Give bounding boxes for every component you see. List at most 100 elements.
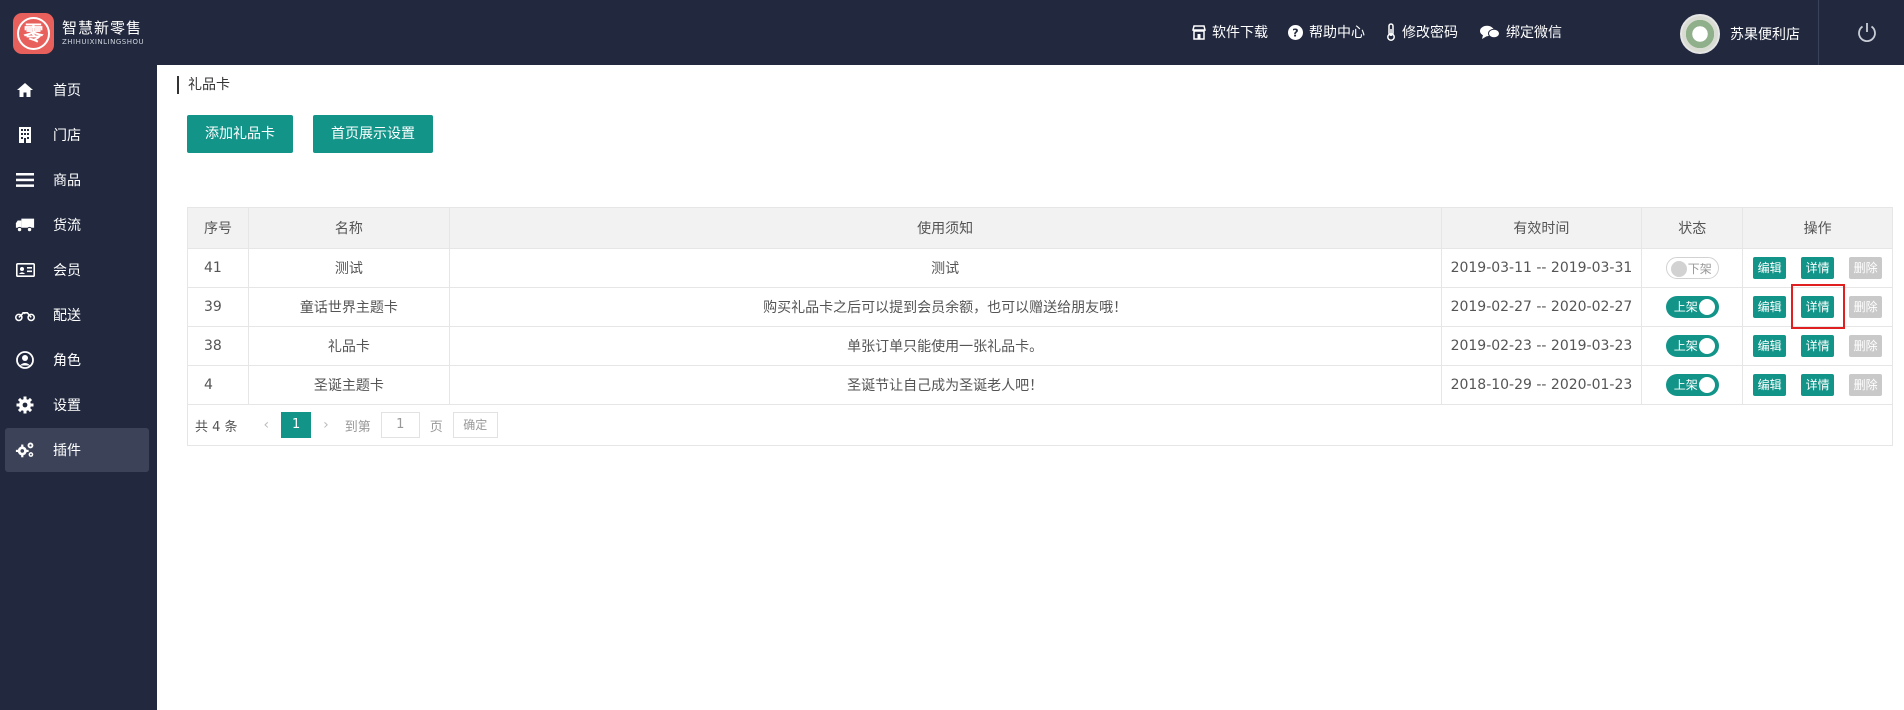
sidebar-item-delivery[interactable]: 配送 [5, 293, 149, 337]
header-name: 名称 [249, 208, 450, 248]
goto-label: 到第 [344, 419, 371, 435]
detail-button[interactable]: 详情 [1801, 257, 1835, 279]
current-page[interactable]: 1 [281, 412, 312, 438]
row-actions: 编辑 详情 删除 [1743, 366, 1892, 404]
download-label: 软件下载 [1212, 25, 1268, 41]
delete-button[interactable]: 删除 [1849, 257, 1883, 279]
sidebar-item-plugins[interactable]: 插件 [5, 428, 149, 472]
id-card-icon [15, 260, 35, 280]
detail-button-highlighted: 详情 [1791, 284, 1846, 329]
row-id: 41 [188, 249, 249, 287]
status-toggle[interactable]: 上架 [1665, 296, 1719, 318]
brand-name: 智慧新零售 [62, 19, 143, 37]
next-page-icon[interactable]: › [323, 417, 329, 433]
help-link[interactable]: ? 帮助中心 [1288, 22, 1365, 42]
edit-button[interactable]: 编辑 [1753, 374, 1787, 396]
row-validity: 2019-03-11 -- 2019-03-31 [1442, 249, 1643, 287]
prev-page-icon[interactable]: ‹ [264, 417, 270, 433]
power-icon [1858, 23, 1876, 43]
sidebar-item-label: 商品 [53, 173, 81, 189]
row-actions: 编辑 详情 删除 [1743, 327, 1892, 365]
change-password-link[interactable]: 修改密码 [1386, 22, 1458, 42]
edit-button[interactable]: 编辑 [1753, 335, 1787, 357]
logout-button[interactable] [1856, 21, 1878, 47]
header-actions: 操作 [1803, 221, 1832, 237]
sidebar-item-label: 配送 [53, 308, 81, 324]
row-name: 圣诞主题卡 [249, 366, 450, 404]
detail-button[interactable]: 详情 [1801, 374, 1835, 396]
row-name: 测试 [249, 249, 450, 287]
sidebar-item-stores[interactable]: 门店 [5, 113, 149, 157]
brand-logo[interactable]: 零 [13, 13, 54, 54]
table-row: 39 童话世界主题卡 购买礼品卡之后可以提到会员余额，也可以赠送给朋友哦！ 20… [188, 284, 1892, 329]
topbar-divider [1818, 0, 1819, 65]
edit-button[interactable]: 编辑 [1753, 296, 1787, 318]
sidebar-item-label: 首页 [53, 83, 81, 99]
header-id: 序号 [188, 208, 249, 248]
header-notes: 使用须知 [450, 208, 1442, 248]
detail-button[interactable]: 详情 [1801, 335, 1835, 357]
row-notes: 圣诞节让自己成为圣诞老人吧！ [450, 366, 1442, 404]
avatar[interactable] [1680, 14, 1720, 54]
sidebar-item-settings[interactable]: 设置 [5, 383, 149, 427]
header-status: 状态 [1642, 208, 1744, 248]
top-bar: 零 智慧新零售 ZHIHUIXINLINGSHOU 软件下载 ? 帮助中心 修改… [0, 0, 1904, 65]
toggle-label: 上架 [1673, 300, 1698, 314]
wechat-label: 绑定微信 [1506, 25, 1562, 41]
row-name: 童话世界主题卡 [249, 288, 450, 326]
page-number-input[interactable]: 1 [380, 412, 420, 438]
add-gift-card-button[interactable]: 添加礼品卡 [187, 115, 293, 153]
toggle-label: 下架 [1687, 262, 1712, 276]
delete-button[interactable]: 删除 [1849, 335, 1883, 357]
list-icon [15, 170, 35, 190]
row-name: 礼品卡 [249, 327, 450, 365]
user-menu[interactable]: 苏果便利店 [1680, 14, 1800, 54]
breadcrumb: 礼品卡 [177, 76, 230, 94]
gears-icon [15, 440, 35, 460]
user-circle-icon [15, 350, 35, 370]
page-unit-label: 页 [429, 419, 443, 435]
sidebar-item-roles[interactable]: 角色 [5, 338, 149, 382]
row-actions: 编辑 详情 删除 [1743, 249, 1892, 287]
sidebar-item-label: 设置 [53, 398, 81, 414]
sidebar: 首页 门店 商品 货流 会员 配送 角色 设置 插件 [0, 65, 157, 710]
row-actions: 编辑 详情 删除 [1743, 284, 1892, 329]
toggle-knob [1670, 261, 1687, 277]
highlight-box [1791, 284, 1846, 329]
row-id: 4 [188, 366, 249, 404]
table-row: 41 测试 测试 2019-03-11 -- 2019-03-31 下架 编辑 … [188, 249, 1892, 288]
goto-confirm-button[interactable]: 确定 [452, 412, 498, 438]
sidebar-item-members[interactable]: 会员 [5, 248, 149, 292]
truck-icon [15, 215, 35, 235]
sidebar-item-logistics[interactable]: 货流 [5, 203, 149, 247]
delete-button[interactable]: 删除 [1849, 296, 1883, 318]
sidebar-item-products[interactable]: 商品 [5, 158, 149, 202]
row-validity: 2018-10-29 -- 2020-01-23 [1442, 366, 1643, 404]
status-toggle[interactable]: 下架 [1665, 257, 1719, 279]
download-link[interactable]: 软件下载 [1192, 22, 1268, 42]
homepage-display-settings-button[interactable]: 首页展示设置 [313, 115, 433, 153]
status-toggle[interactable]: 上架 [1665, 374, 1719, 396]
gift-card-table: 序号 名称 使用须知 有效时间 状态 操作 41 测试 测试 2019-03-1… [187, 207, 1893, 446]
row-id: 39 [188, 288, 249, 326]
row-notes: 测试 [450, 249, 1442, 287]
toggle-knob [1698, 338, 1715, 354]
status-toggle[interactable]: 上架 [1665, 335, 1719, 357]
question-circle-icon: ? [1288, 24, 1303, 40]
password-label: 修改密码 [1402, 25, 1458, 41]
edit-button[interactable]: 编辑 [1753, 257, 1787, 279]
delete-button[interactable]: 删除 [1849, 374, 1883, 396]
toggle-knob [1698, 299, 1715, 315]
row-notes: 购买礼品卡之后可以提到会员余额，也可以赠送给朋友哦！ [450, 288, 1442, 326]
logo-glyph: 零 [23, 21, 44, 45]
svg-text:?: ? [1292, 26, 1298, 39]
sidebar-item-label: 会员 [53, 263, 81, 279]
header-validity: 有效时间 [1442, 208, 1643, 248]
bind-wechat-link[interactable]: 绑定微信 [1480, 22, 1562, 42]
chat-bubbles-icon [1480, 25, 1500, 39]
row-notes: 单张订单只能使用一张礼品卡。 [450, 327, 1442, 365]
brand-text: 智慧新零售 ZHIHUIXINLINGSHOU [62, 20, 144, 47]
help-label: 帮助中心 [1309, 25, 1365, 41]
store-icon [1192, 24, 1206, 40]
sidebar-item-home[interactable]: 首页 [5, 68, 149, 112]
